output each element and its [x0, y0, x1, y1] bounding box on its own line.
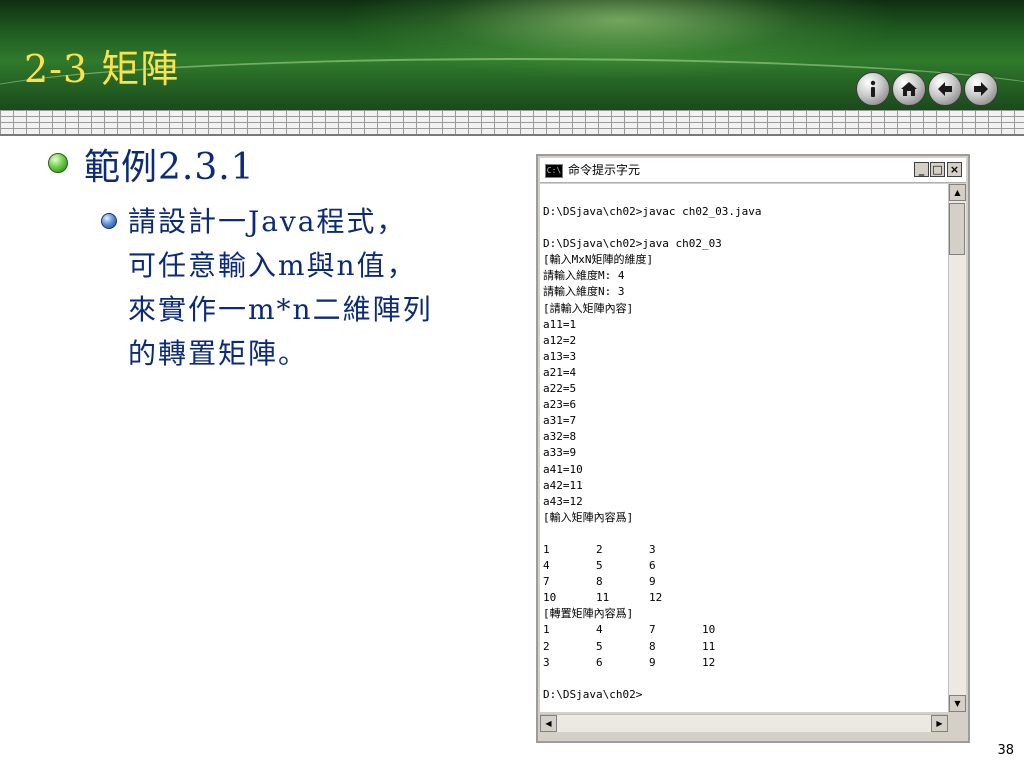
green-bullet-icon [48, 153, 68, 173]
vertical-scrollbar[interactable]: ▲ ▼ [948, 184, 966, 712]
console-line: 請輸入維度M: 4 [543, 269, 625, 283]
window-titlebar[interactable]: C:\ 命令提示字元 _ □ × [540, 158, 966, 183]
console-line: 2 5 8 11 [543, 639, 716, 653]
description-line: 可任意輸入m與n值， [128, 249, 417, 282]
grid-strip [0, 110, 1024, 136]
description-line: 來實作一m*n二維陣列 [128, 293, 433, 326]
console-line: a13=3 [543, 349, 577, 363]
console-output: D:\DSjava\ch02>javac ch02_03.java D:\DSj… [543, 204, 762, 703]
console-line: [轉置矩陣內容爲] [543, 607, 634, 621]
console-line: 請輸入維度N: 3 [543, 285, 625, 299]
console-line: a11=1 [543, 317, 577, 331]
console-icon: C:\ [545, 164, 563, 178]
scroll-left-icon[interactable]: ◀ [540, 715, 557, 732]
command-prompt-window: C:\ 命令提示字元 _ □ × D:\DSjava\ch02>javac ch… [536, 154, 970, 743]
console-line: D:\DSjava\ch02>javac ch02_03.java [543, 205, 762, 218]
console-line: [請輸入矩陣內容] [543, 301, 634, 315]
scroll-down-icon[interactable]: ▼ [949, 695, 966, 712]
maximize-button[interactable]: □ [930, 162, 945, 177]
console-line: 7 8 9 [543, 575, 656, 589]
console-output-area[interactable]: D:\DSjava\ch02>javac ch02_03.java D:\DSj… [540, 184, 948, 712]
arrow-right-icon [974, 82, 988, 96]
arrow-left-icon [938, 82, 952, 96]
console-line: a43=12 [543, 494, 583, 508]
console-line: 3 6 9 12 [543, 655, 716, 669]
console-line: D:\DSjava\ch02> [543, 687, 643, 701]
slide-title: 2-3 矩陣 [24, 47, 180, 91]
console-line: a23=6 [543, 398, 577, 412]
console-line: a22=5 [543, 382, 577, 396]
home-button[interactable] [892, 72, 926, 106]
console-line: 1 2 3 [543, 542, 656, 556]
horizontal-scrollbar[interactable]: ◀ ▶ [540, 714, 948, 732]
console-line: 4 5 6 [543, 559, 656, 573]
bullet-description: 請設計一Java程式， 可任意輸入m與n值， 來實作一m*n二維陣列 的轉置矩陣… [128, 200, 508, 376]
scroll-up-icon[interactable]: ▲ [949, 184, 966, 201]
vertical-scroll-thumb[interactable] [949, 203, 965, 255]
console-line: a33=9 [543, 446, 577, 460]
page-number: 38 [997, 743, 1014, 758]
console-line: 10 11 12 [543, 591, 663, 605]
console-line: a32=8 [543, 430, 577, 444]
description-line: 請設計一Java程式， [128, 205, 407, 238]
console-line: a31=7 [543, 414, 577, 428]
scroll-right-icon[interactable]: ▶ [931, 715, 948, 732]
header-banner: 2-3 矩陣 [0, 0, 1024, 110]
console-line: D:\DSjava\ch02>java ch02_03 [543, 237, 722, 251]
home-icon [901, 82, 917, 96]
info-button[interactable] [856, 72, 890, 106]
minimize-button[interactable]: _ [914, 162, 929, 177]
console-line: [輸入矩陣內容爲] [543, 510, 634, 524]
blue-bullet-icon [101, 213, 117, 229]
console-line: a42=11 [543, 478, 583, 492]
console-line: 1 4 7 10 [543, 623, 716, 637]
close-button[interactable]: × [947, 162, 962, 177]
description-line: 的轉置矩陣。 [128, 337, 309, 370]
back-button[interactable] [928, 72, 962, 106]
info-icon [870, 80, 876, 97]
nav-buttons [856, 72, 998, 106]
console-line: a12=2 [543, 333, 577, 347]
forward-button[interactable] [964, 72, 998, 106]
console-line: a41=10 [543, 462, 583, 476]
window-title: 命令提示字元 [568, 163, 641, 177]
console-line: a21=4 [543, 365, 577, 379]
bullet-heading: 範例2.3.1 [84, 147, 255, 188]
console-line: [輸入MxN矩陣的維度] [543, 253, 654, 267]
